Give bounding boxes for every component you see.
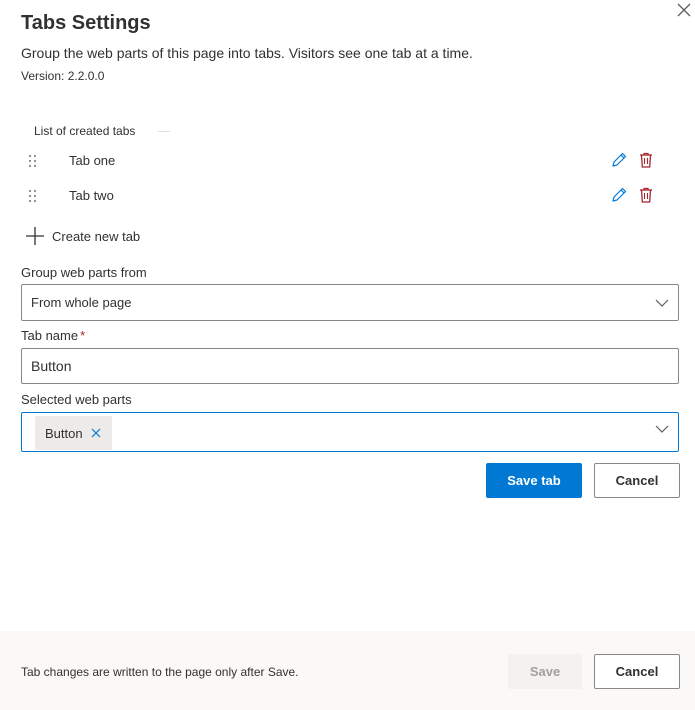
version-text: Version: 2.2.0.0 (21, 69, 105, 83)
close-icon (677, 3, 691, 17)
tab-list-item: Tab one (21, 146, 661, 176)
create-new-tab-label: Create new tab (52, 228, 141, 244)
cancel-button[interactable]: Cancel (594, 654, 680, 689)
cancel-tab-button[interactable]: Cancel (594, 463, 680, 498)
gripper-icon[interactable] (28, 154, 38, 168)
footer-note: Tab changes are written to the page only… (21, 665, 299, 679)
pencil-icon[interactable] (610, 151, 628, 169)
gripper-icon[interactable] (28, 189, 38, 203)
tab-name-input[interactable] (21, 348, 679, 384)
tabs-list-label: List of created tabs (34, 124, 136, 138)
selected-web-parts-picker[interactable]: Button (21, 412, 679, 452)
selected-web-parts-label: Selected web parts (21, 392, 132, 407)
create-new-tab-button[interactable]: Create new tab (25, 225, 140, 247)
tab-list-item: Tab two (21, 181, 661, 211)
pencil-icon[interactable] (610, 186, 628, 204)
trash-icon[interactable] (637, 186, 655, 204)
tabs-list-divider (158, 131, 170, 132)
close-button[interactable] (677, 3, 695, 21)
remove-chip-icon[interactable] (90, 427, 102, 439)
tabs-settings-panel: Tabs Settings Group the web parts of thi… (0, 0, 695, 710)
save-button[interactable]: Save (508, 654, 582, 689)
save-tab-button[interactable]: Save tab (486, 463, 582, 498)
tab-name-label: Tab name * (21, 328, 85, 343)
tab-item-label: Tab two (69, 188, 114, 203)
group-web-parts-dropdown[interactable]: From whole page (21, 284, 679, 321)
chevron-down-icon (655, 425, 669, 433)
chevron-down-icon (655, 299, 669, 307)
tab-name-label-text: Tab name (21, 328, 79, 343)
required-marker: * (80, 328, 86, 343)
panel-description: Group the web parts of this page into ta… (21, 45, 473, 61)
selected-web-part-chip: Button (35, 416, 112, 450)
panel-footer: Tab changes are written to the page only… (0, 631, 695, 710)
panel-title: Tabs Settings (21, 12, 151, 34)
chip-label: Button (45, 425, 83, 441)
group-web-parts-value: From whole page (31, 295, 132, 310)
tab-item-label: Tab one (69, 153, 116, 168)
group-web-parts-label: Group web parts from (21, 265, 147, 280)
plus-icon (26, 227, 44, 245)
trash-icon[interactable] (637, 151, 655, 169)
